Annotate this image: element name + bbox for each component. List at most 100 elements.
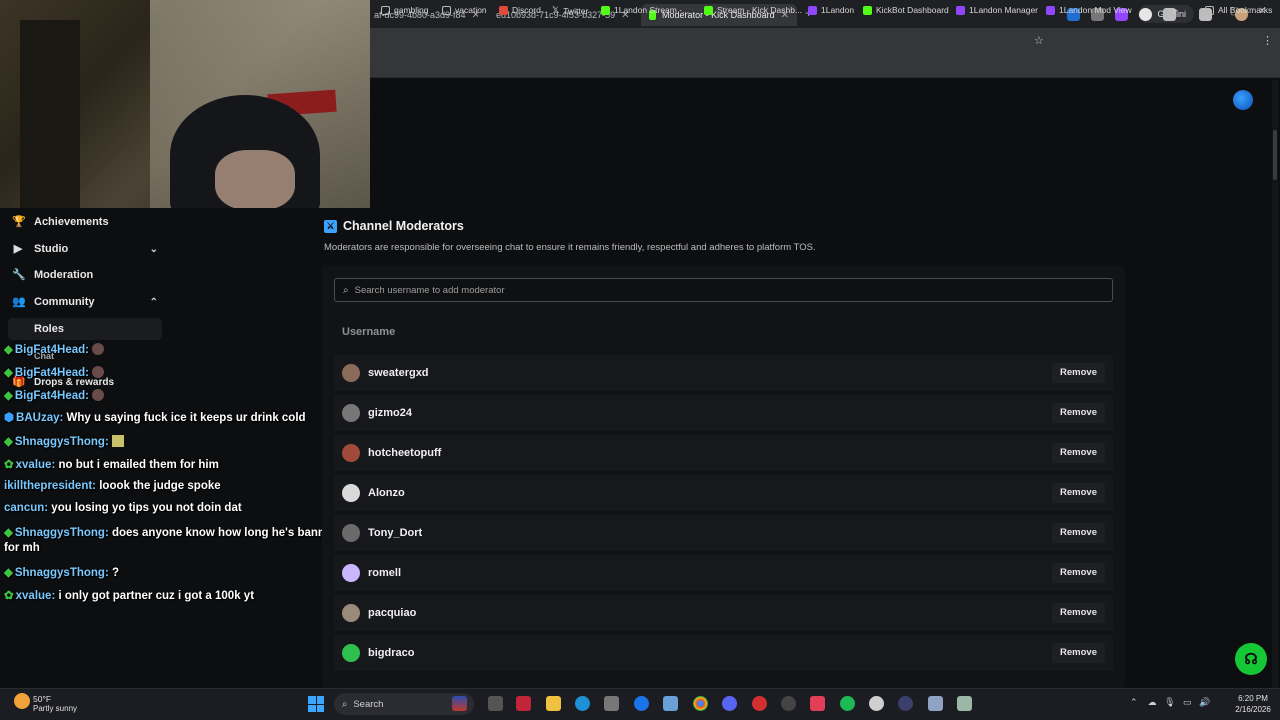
remove-button[interactable]: Remove [1052,483,1105,503]
chevron-up-icon[interactable]: ⌃ [150,297,158,308]
spotify-icon[interactable] [840,696,855,711]
chat-message: ◆ BigFat4Head: [4,388,105,402]
moderator-name: romell [368,567,402,579]
bookmark-gambling[interactable]: gambling [381,5,429,15]
calculator-icon[interactable] [957,696,972,711]
bookmark-vacation[interactable]: vacation [442,5,487,15]
bookmark-label: KickBot Dashboard [876,5,949,15]
remove-button[interactable]: Remove [1052,403,1105,423]
display-icon[interactable]: ▭ [1183,697,1192,707]
settings-icon[interactable] [663,696,678,711]
mic-icon[interactable]: 🎙 [1164,697,1175,707]
remove-button[interactable]: Remove [1052,443,1105,463]
scrollbar-thumb[interactable] [1273,130,1277,180]
app-icon[interactable] [898,696,913,711]
app-icon[interactable] [781,696,796,711]
chat-support-button[interactable]: ☊ [1235,643,1267,675]
emote-icon [111,435,124,447]
avatar [342,644,360,662]
nav-label: Studio [34,243,69,255]
windows-start-icon[interactable] [308,696,324,712]
moderator-row: hotcheetopuff Remove [334,435,1113,471]
bookmark-1landon-stream[interactable]: 1Landon Stream -... [601,5,689,15]
task-view-icon[interactable] [488,696,503,711]
taskbar-clock[interactable]: 6:20 PM 2/16/2026 [1228,693,1278,715]
chat-text: no but i emailed them for him [58,459,219,471]
extension-icon[interactable] [1139,8,1152,21]
avatar [342,484,360,502]
menu-icon[interactable]: ⋮ [1262,34,1273,47]
store-icon[interactable] [604,696,619,711]
weather-icon[interactable] [14,693,30,709]
flag-icon[interactable] [452,696,467,711]
chat-message: ◆ ShnaggysThong: [4,434,124,448]
nav-label: Community [34,296,95,308]
page-title-text: Channel Moderators [343,219,464,233]
app-icon[interactable] [516,696,531,711]
channel-avatar[interactable] [1233,90,1253,110]
bookmark-discord[interactable]: Discord [499,5,541,15]
remove-button[interactable]: Remove [1052,363,1105,383]
remove-button[interactable]: Remove [1052,523,1105,543]
nav-achievements[interactable]: 🏆 Achievements [8,210,162,234]
moderator-row: Alonzo Remove [334,475,1113,511]
discord-icon[interactable] [722,696,737,711]
bookmark-1landon[interactable]: 1Landon [808,5,854,15]
app-icon[interactable] [810,696,825,711]
system-tray[interactable]: ⌃ ☁ 🎙 ▭ 🔊 [1130,697,1210,708]
nav-community[interactable]: 👥 Community ⌃ [8,290,162,314]
app-icon[interactable] [634,696,649,711]
clock-date: 2/16/2026 [1235,705,1271,714]
chat-user: ikillthepresident: [4,480,97,492]
emote-icon [92,389,105,401]
nav-studio[interactable]: ▶ Studio ⌄ [8,237,162,261]
volume-icon[interactable]: 🔊 [1199,697,1210,707]
file-explorer-icon[interactable] [546,696,561,711]
bookmark-label: Twitter [563,5,589,16]
chat-user: xvalue: [15,459,56,471]
avatar [342,404,360,422]
star-icon[interactable]: ☆ [1034,34,1044,47]
remove-button[interactable]: Remove [1052,643,1105,663]
chat-text: loook the judge spoke [99,480,221,492]
search-input[interactable]: ⌕ Search username to add moderator [334,278,1113,302]
moderator-row: gizmo24 Remove [334,395,1113,431]
app-icon[interactable] [928,696,943,711]
all-bookmarks[interactable]: All Bookmarks [1205,5,1272,15]
bookmarks-more[interactable]: » [1173,5,1178,15]
steam-icon[interactable] [869,696,884,711]
bookmark-1landon-mod-view[interactable]: 1Landon Mod View [1046,5,1132,15]
chat-user: xvalue: [15,590,56,602]
bookmark-label: 1Landon [821,5,855,15]
weather-temp: 50°F [33,694,52,704]
nav-roles-item[interactable]: Roles [8,317,162,341]
x-icon: 𝕏 [552,5,560,15]
nav-label: Roles [34,323,64,335]
bookmark-stream-kick[interactable]: Stream - Kick Dashb... [704,5,802,15]
chat-message-cont: for mh [4,542,40,554]
remove-button[interactable]: Remove [1052,603,1105,623]
chat-user: BigFat4Head: [14,390,89,402]
all-bookmarks-label: All Bookmarks [1218,5,1273,15]
edge-icon[interactable] [575,696,590,711]
taskbar-search-label: Search [353,698,384,710]
chevron-down-icon[interactable]: ⌄ [150,244,158,255]
recorder-icon[interactable] [752,696,767,711]
weather-widget[interactable]: 50°F Partly sunny [33,694,77,714]
nav-moderation[interactable]: 🔧 Moderation [8,263,162,287]
moderator-row: romell Remove [334,555,1113,591]
more-label: » [1173,5,1178,15]
bookmark-kickbot[interactable]: KickBot Dashboard [863,5,949,15]
bookmark-twitter[interactable]: 𝕏 Twitter [552,5,588,16]
moderator-row: bigdraco Remove [334,635,1113,671]
chevron-up-icon[interactable]: ⌃ [1130,697,1138,707]
moderator-name: Tony_Dort [368,527,423,539]
discord-icon [499,5,508,15]
chrome-icon[interactable] [693,696,708,711]
webcam-face [215,150,295,208]
nav-label: Achievements [34,216,109,228]
remove-button[interactable]: Remove [1052,563,1105,583]
bookmark-1landon-manager[interactable]: 1Landon Manager [956,5,1038,15]
network-icon[interactable]: ☁ [1148,697,1157,707]
badge-icon: ◆ [4,567,13,579]
